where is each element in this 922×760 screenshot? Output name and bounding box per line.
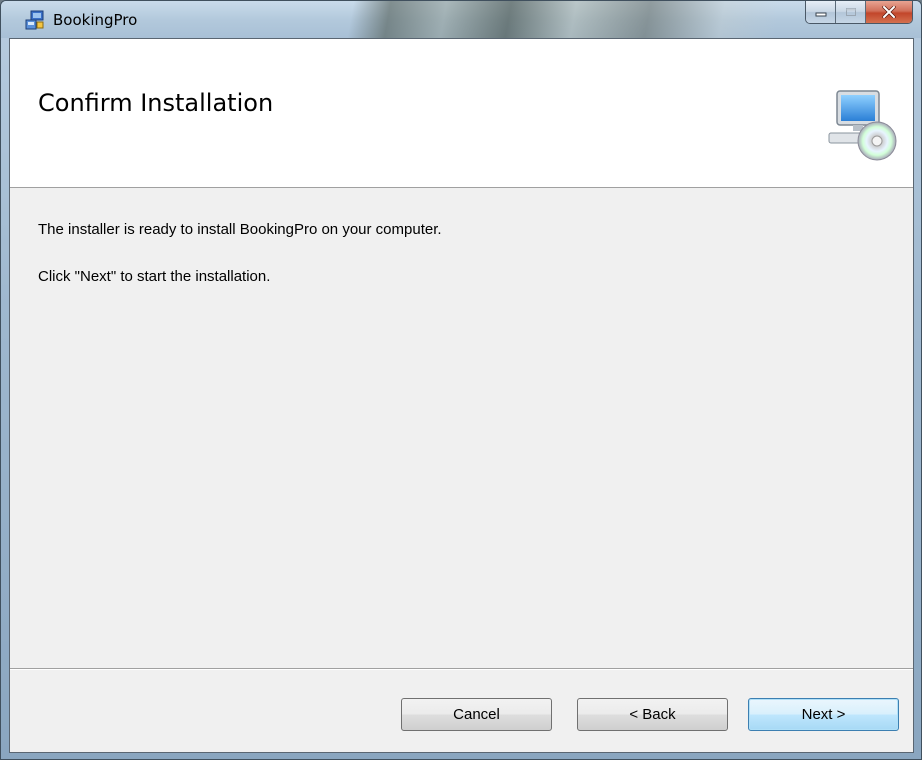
title-bar[interactable]: BookingPro xyxy=(1,1,921,38)
caption-buttons xyxy=(805,1,913,24)
next-instruction: Click "Next" to start the installation. xyxy=(38,268,271,285)
installer-window: BookingPro Confirm Installation The inst… xyxy=(0,0,922,760)
back-button[interactable]: < Back xyxy=(577,698,728,731)
close-icon xyxy=(882,6,896,18)
minimize-button[interactable] xyxy=(806,1,836,23)
maximize-icon xyxy=(845,8,856,16)
cancel-button[interactable]: Cancel xyxy=(401,698,552,731)
ready-message: The installer is ready to install Bookin… xyxy=(38,221,442,238)
computer-cd-icon xyxy=(828,90,897,161)
footer-divider xyxy=(10,668,913,670)
page-title: Confirm Installation xyxy=(38,89,274,117)
minimize-icon xyxy=(815,12,826,17)
installer-icon xyxy=(25,10,44,30)
maximize-button[interactable] xyxy=(836,1,866,23)
header-banner: Confirm Installation xyxy=(10,39,913,188)
next-button[interactable]: Next > xyxy=(748,698,899,731)
close-button[interactable] xyxy=(866,1,912,23)
window-title: BookingPro xyxy=(53,11,138,29)
dialog-client-area: Confirm Installation The installer is re… xyxy=(9,38,914,753)
